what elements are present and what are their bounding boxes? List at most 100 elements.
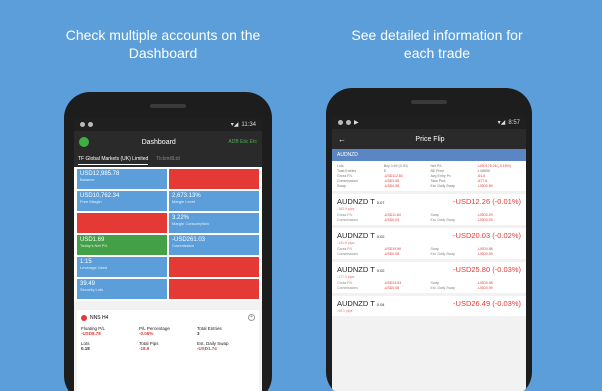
connection-status-icon[interactable] — [79, 137, 89, 147]
trade-detail-cell: -USD0.03 — [383, 218, 400, 222]
trade-detail-cell: -USD0.09 — [477, 252, 493, 256]
loss-indicator-icon — [81, 314, 87, 321]
metric-tile[interactable]: 3.22% Margin Consumption — [169, 213, 259, 233]
trade-detail-cell: Commissions — [337, 218, 359, 222]
stat-value: 3 — [197, 331, 200, 336]
summary-cell: -677.6 — [477, 179, 488, 183]
trade-detail-cell: -USD0.09 — [477, 286, 493, 290]
tab-account-1[interactable]: TF Global Markets (UK) Limited — [78, 156, 149, 165]
metric-tile[interactable]: 2,673.13% Margin Level — [169, 191, 259, 211]
trade-pair: AUDNZD T 0.02 — [337, 231, 385, 240]
status-time: 11:34 — [241, 121, 256, 128]
trade-detail-cell: Gross P/L — [337, 213, 353, 217]
metric-tile[interactable] — [169, 279, 259, 299]
price-flip-screen: ▶ ▾◢ 8:57 ← Price Flip AUDNZD Lots Buy 0.6… — [332, 116, 526, 391]
summary-cell: -61.6 — [477, 174, 486, 178]
summary-cell: Gross P/L — [337, 174, 353, 178]
trade-card[interactable]: AUDNZD T 0.02 -USD20.03 (-0.02%) -141.6 pi… — [332, 228, 526, 259]
metric-label: Free Margin — [80, 199, 102, 204]
pair-summary: Lots Buy 0.69 (0.30) Net P/L -USD175.26 (-0… — [332, 161, 526, 191]
status-bar: ▶ ▾◢ 8:57 — [332, 116, 526, 129]
trade-detail-cell: -USD0.58 — [477, 247, 493, 251]
metric-label: Leverage Used — [80, 265, 108, 270]
trade-detail-cell: Gross P/L — [337, 247, 353, 251]
trade-card[interactable]: AUDNZD T 0.07 -USD12.26 (-0.01%) -183.9 pi… — [332, 194, 526, 225]
phone-price-flip: ▶ ▾◢ 8:57 ← Price Flip AUDNZD Lots Buy 0.6… — [326, 88, 532, 391]
trade-detail-cell: Est. Daily Swap — [430, 252, 456, 256]
position-stat: Total Entries 3 — [197, 326, 255, 336]
trade-detail-cell: -USD0.29 — [477, 213, 493, 217]
trade-detail-cell: Swap — [430, 247, 440, 251]
summary-cell: 1.08856 — [477, 169, 490, 173]
trade-detail-cell: Swap — [430, 213, 440, 217]
metric-tile[interactable] — [169, 257, 259, 277]
summary-cell: -USD4.58 — [383, 184, 400, 188]
summary-cell: Take Prof. — [430, 179, 447, 183]
phone-dashboard: ▾◢ 11:34 Dashboard ADB Etic Etc TF Global… — [64, 92, 272, 391]
position-symbol: NNS H4 — [90, 314, 109, 321]
trade-card[interactable]: AUDNZD T 0.02 -USD25.80 (-0.03%) -177.0 pi… — [332, 262, 526, 293]
trade-detail-cell: Est. Daily Swap — [430, 286, 456, 290]
summary-cell: Net P/L — [430, 164, 443, 168]
trade-detail-cell: -USD0.08 — [383, 286, 400, 290]
summary-cell: Lots — [337, 164, 344, 168]
metric-tile[interactable] — [169, 169, 259, 189]
metric-tile[interactable]: USD10,762.34 Free Margin — [77, 191, 167, 211]
pair-label: AUDNZD — [332, 149, 526, 161]
status-time: 8:57 — [508, 119, 520, 126]
trade-details: Gross P/L -USD11.84 Swap -USD0.29 Commission… — [337, 213, 521, 222]
position-stat: Est. Daily Swap -USD1.74 — [197, 341, 255, 351]
stat-value: -18.9 — [139, 346, 150, 351]
trade-detail-cell: Gross P/L — [337, 281, 353, 285]
position-stat: Floating P/L -USD8.78 — [81, 326, 139, 336]
back-arrow-icon[interactable]: ← — [338, 135, 346, 144]
position-stats: Floating P/L -USD8.78 P/L Percentage -0.06%… — [81, 326, 255, 351]
signal-icon: ▾◢ — [230, 122, 239, 128]
trade-detail-cell: Est. Daily Swap — [430, 218, 456, 222]
tab-account-2[interactable]: TickmillLtd — [156, 156, 179, 164]
trade-card[interactable]: AUDNZD T 0.04 -USD26.49 (-0.03%) -95.1 pip… — [332, 296, 526, 316]
summary-cell: -USD112.84 — [383, 174, 403, 178]
summary-cell: Avg Entry Px — [430, 174, 451, 178]
trade-detail-cell: -USD24.63 — [383, 281, 402, 285]
position-stat: Total Pips -18.9 — [139, 341, 197, 351]
summary-cell: -USD3.65 — [383, 179, 400, 183]
metric-tiles: USD12,985.78 Balance USD10,762.34 Free Marg… — [74, 167, 262, 301]
trade-detail-cell: Commissions — [337, 252, 359, 256]
trade-detail-cell: -USD11.84 — [383, 213, 401, 217]
account-badge[interactable]: ADB Etic Etc — [228, 139, 257, 145]
summary-cell: -USD0.69 — [477, 184, 493, 188]
metric-tile[interactable]: 1:15 Leverage Used — [77, 257, 167, 277]
metric-label: Commission — [172, 243, 195, 248]
trade-pl: -USD12.26 (-0.01%) — [453, 197, 521, 206]
metric-tile[interactable] — [77, 213, 167, 233]
trade-pips: -177.0 pips — [337, 275, 355, 279]
metric-label: Today's Net P/L — [80, 243, 108, 248]
position-card[interactable]: NNS H4 + Floating P/L -USD8.78 P/L Percent… — [77, 310, 259, 391]
metric-tile[interactable]: USD1.69 Today's Net P/L — [77, 235, 167, 255]
metric-label: Security Lots — [80, 287, 104, 292]
app-header: Dashboard ADB Etic Etc — [74, 131, 262, 153]
status-bar: ▾◢ 11:34 — [74, 118, 262, 131]
trade-detail-cell: Swap — [430, 281, 440, 285]
phone-speaker — [411, 100, 447, 104]
metric-label: Margin Level — [172, 199, 195, 204]
position-stat: P/L Percentage -0.06% — [139, 326, 197, 336]
metric-tile[interactable]: USD12,985.78 Balance — [77, 169, 167, 189]
app-header: ← Price Flip — [332, 129, 526, 149]
stat-value: -USD1.74 — [197, 346, 217, 351]
page-title: Price Flip — [415, 135, 445, 143]
trade-list: AUDNZD T 0.07 -USD12.26 (-0.01%) -183.9 pi… — [332, 194, 526, 316]
metric-tile[interactable]: -USD261.03 Commission — [169, 235, 259, 255]
phone-speaker — [150, 104, 186, 108]
dashboard-screen: ▾◢ 11:34 Dashboard ADB Etic Etc TF Global… — [74, 118, 262, 391]
summary-cell: Commissions — [337, 179, 359, 183]
trade-pl: -USD20.03 (-0.02%) — [453, 231, 521, 240]
trade-pl: -USD25.80 (-0.03%) — [453, 265, 521, 274]
page-title: Dashboard — [141, 138, 176, 146]
metric-tile[interactable]: 39.49 Security Lots — [77, 279, 167, 299]
summary-cell: Swap — [337, 184, 346, 188]
caption-dashboard: Check multiple accounts on the Dashboard — [65, 27, 261, 61]
add-icon[interactable]: + — [248, 314, 255, 321]
settings-icon — [80, 122, 85, 127]
